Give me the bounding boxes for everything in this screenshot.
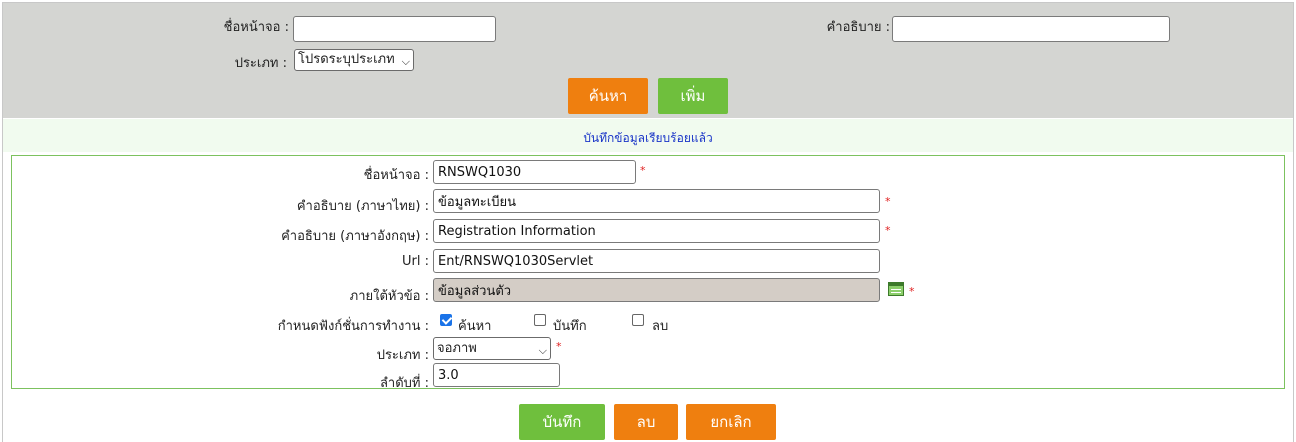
desc-en-input[interactable] (433, 219, 880, 243)
calendar-picker-icon[interactable] (888, 282, 904, 296)
url-label: Url : (402, 254, 429, 269)
function-search-label: ค้นหา (458, 319, 492, 334)
chevron-down-icon: ⌵ (401, 55, 410, 68)
required-mark: * (556, 340, 562, 353)
type-select[interactable]: จอภาพ ⌵ (433, 337, 551, 360)
desc-en-label: คำอธิบาย (ภาษาอังกฤษ) : (281, 229, 429, 244)
type-label: ประเภท : (376, 348, 429, 363)
search-button[interactable]: ค้นหา (568, 78, 648, 114)
type-selected: จอภาพ (437, 341, 477, 356)
function-search-checkbox[interactable] (440, 314, 452, 326)
function-save-checkbox[interactable] (534, 314, 546, 326)
functions-label: กำหนดฟังก์ชั่นการทำงาน : (277, 319, 429, 334)
add-button[interactable]: เพิ่ม (658, 78, 728, 114)
search-type-label: ประเภท : (234, 56, 287, 71)
screen-name-label: ชื่อหน้าจอ : (363, 168, 429, 183)
search-description-input[interactable] (892, 16, 1170, 42)
search-type-selected: โปรดระบุประเภท (298, 52, 395, 67)
desc-th-label: คำอธิบาย (ภาษาไทย) : (296, 199, 429, 214)
status-message-band: บันทึกข้อมูลเรียบร้อยแล้ว (3, 119, 1293, 152)
parent-topic-input (433, 278, 880, 302)
desc-th-input[interactable] (433, 189, 880, 213)
url-input[interactable] (433, 249, 880, 273)
order-label: ลำดับที่ : (379, 376, 429, 391)
cancel-button[interactable]: ยกเลิก (686, 404, 776, 440)
delete-button[interactable]: ลบ (614, 404, 678, 440)
search-screen-name-label: ชื่อหน้าจอ : (223, 20, 289, 35)
chevron-down-icon: ⌵ (538, 344, 547, 357)
required-mark: * (885, 224, 891, 237)
function-delete-label: ลบ (652, 319, 669, 334)
search-type-select[interactable]: โปรดระบุประเภท ⌵ (294, 49, 414, 71)
required-mark: * (909, 285, 915, 298)
search-screen-name-input[interactable] (293, 16, 496, 42)
search-panel: ชื่อหน้าจอ : คำอธิบาย : ประเภท : โปรดระบ… (3, 3, 1293, 118)
search-description-label: คำอธิบาย : (826, 20, 890, 35)
order-input[interactable] (433, 363, 560, 387)
status-message: บันทึกข้อมูลเรียบร้อยแล้ว (583, 131, 713, 145)
function-delete-checkbox[interactable] (632, 314, 644, 326)
required-mark: * (885, 195, 891, 208)
parent-topic-label: ภายใต้หัวข้อ : (349, 289, 429, 304)
required-mark: * (640, 164, 646, 177)
screen-name-input[interactable] (433, 160, 636, 184)
save-button[interactable]: บันทึก (519, 404, 605, 440)
function-save-label: บันทึก (553, 319, 587, 334)
